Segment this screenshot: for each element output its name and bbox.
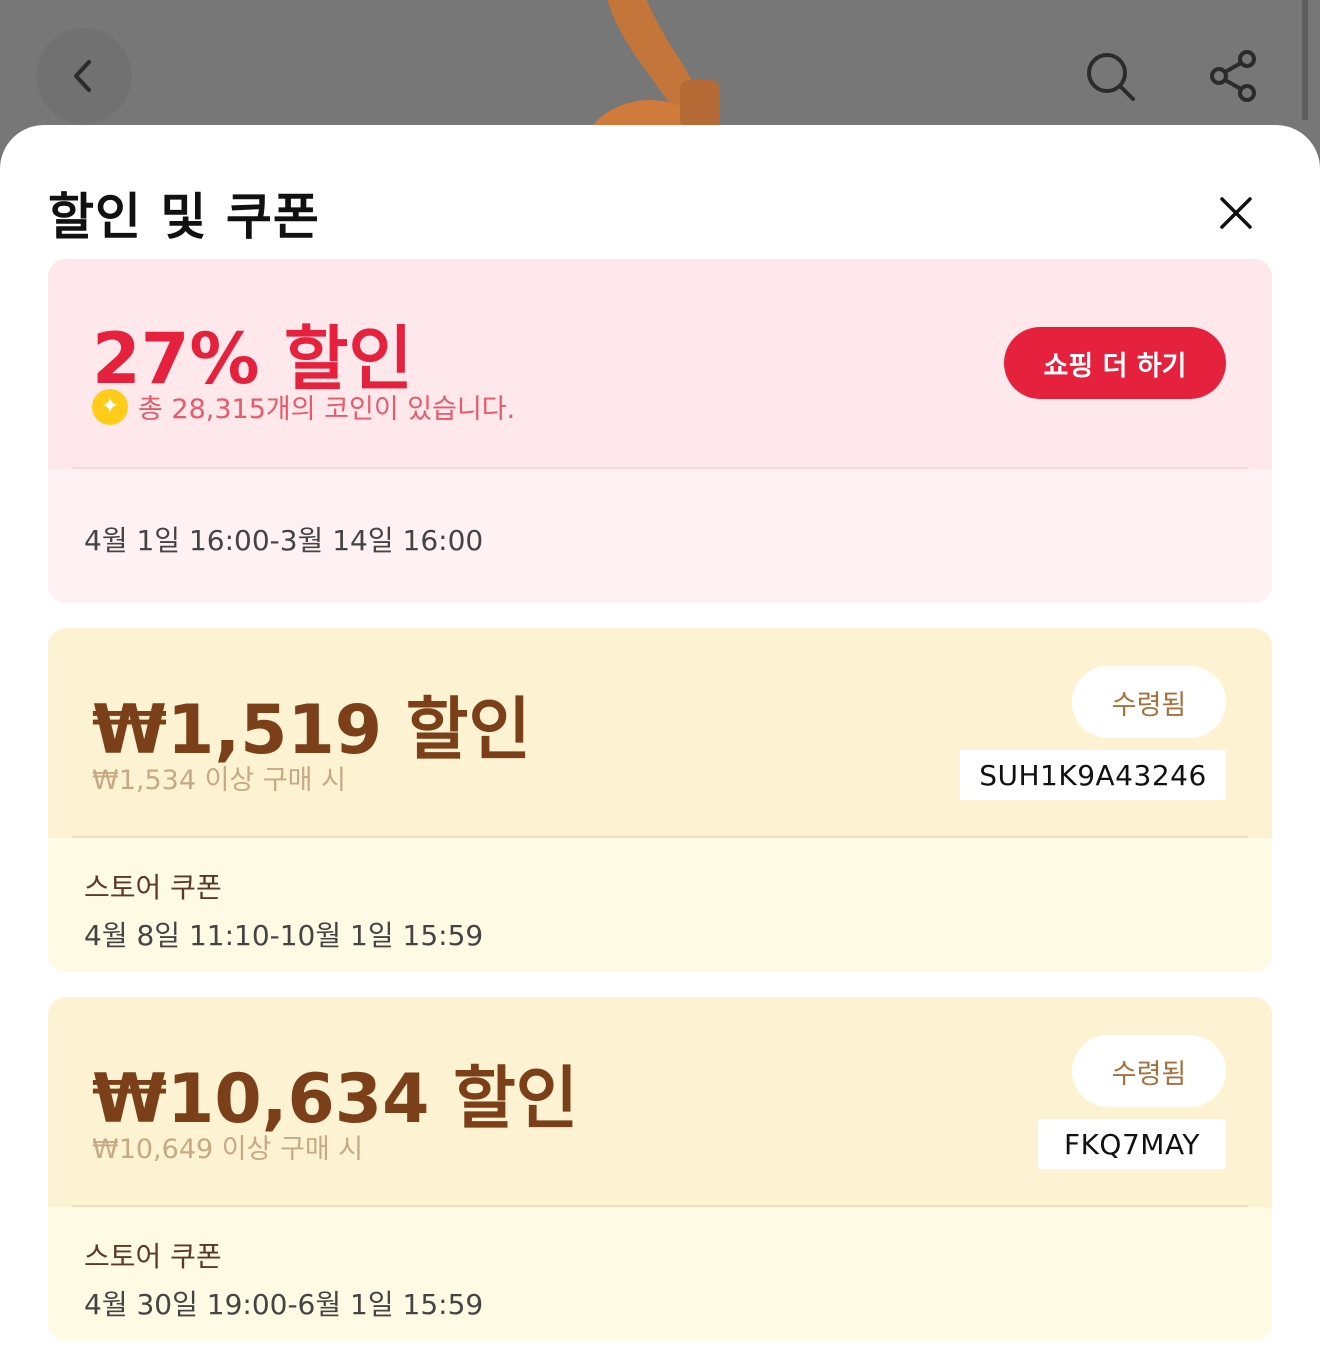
search-button[interactable] bbox=[1062, 28, 1158, 124]
scrollbar bbox=[1302, 0, 1308, 120]
received-status-badge[interactable]: 수령됨 bbox=[1072, 666, 1226, 738]
received-status-badge[interactable]: 수령됨 bbox=[1072, 1035, 1226, 1107]
coupon-code[interactable]: FKQ7MAY bbox=[1038, 1119, 1226, 1169]
promo-discount-card: 27% 할인 ✦ 총 28,315개의 코인이 있습니다. 쇼핑 더 하기 4월… bbox=[48, 259, 1272, 603]
coupon-card-footer: 스토어 쿠폰 4월 30일 19:00-6월 1일 15:59 bbox=[48, 1207, 1272, 1341]
share-icon bbox=[1210, 50, 1256, 102]
promo-period: 4월 1일 16:00-3월 14일 16:00 bbox=[84, 524, 484, 557]
coupon-card-header: ₩10,634 할인 ₩10,649 이상 구매 시 수령됨 FKQ7MAY bbox=[48, 997, 1272, 1207]
coupon-type: 스토어 쿠폰 bbox=[84, 871, 222, 904]
coupon-condition: ₩1,534 이상 구매 시 bbox=[92, 765, 346, 796]
sheet-title: 할인 및 쿠폰 bbox=[48, 188, 320, 246]
close-button[interactable] bbox=[1206, 183, 1266, 243]
coupon-period: 4월 8일 11:10-10월 1일 15:59 bbox=[84, 919, 484, 952]
back-button[interactable] bbox=[36, 28, 132, 124]
shop-more-button[interactable]: 쇼핑 더 하기 bbox=[1004, 327, 1226, 399]
discount-coupon-sheet: 할인 및 쿠폰 27% 할인 ✦ 총 28,315개의 코인이 있습니다. 쇼핑… bbox=[0, 125, 1320, 1371]
coin-balance: ✦ 총 28,315개의 코인이 있습니다. bbox=[92, 387, 515, 426]
promo-card-header: 27% 할인 ✦ 총 28,315개의 코인이 있습니다. 쇼핑 더 하기 bbox=[48, 259, 1272, 469]
store-coupon-card: ₩1,519 할인 ₩1,534 이상 구매 시 수령됨 SUH1K9A4324… bbox=[48, 628, 1272, 972]
coupon-period: 4월 30일 19:00-6월 1일 15:59 bbox=[84, 1288, 484, 1321]
coupon-card-footer: 스토어 쿠폰 4월 8일 11:10-10월 1일 15:59 bbox=[48, 838, 1272, 972]
store-coupon-card: ₩10,634 할인 ₩10,649 이상 구매 시 수령됨 FKQ7MAY 스… bbox=[48, 997, 1272, 1341]
coupon-code[interactable]: SUH1K9A43246 bbox=[960, 750, 1226, 800]
share-button[interactable] bbox=[1186, 28, 1282, 124]
close-icon bbox=[1220, 197, 1252, 229]
coupon-card-header: ₩1,519 할인 ₩1,534 이상 구매 시 수령됨 SUH1K9A4324… bbox=[48, 628, 1272, 838]
coupon-type: 스토어 쿠폰 bbox=[84, 1240, 222, 1273]
coupon-condition: ₩10,649 이상 구매 시 bbox=[92, 1134, 364, 1165]
promo-card-footer: 4월 1일 16:00-3월 14일 16:00 bbox=[48, 469, 1272, 603]
coin-balance-text: 총 28,315개의 코인이 있습니다. bbox=[138, 394, 516, 425]
back-icon bbox=[74, 60, 91, 92]
coin-icon: ✦ bbox=[92, 388, 128, 425]
search-icon bbox=[1087, 53, 1135, 101]
